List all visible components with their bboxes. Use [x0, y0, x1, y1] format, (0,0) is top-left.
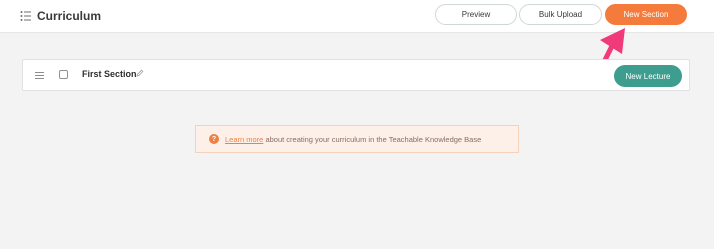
notice-text: Learn more about creating your curriculu… — [225, 135, 481, 144]
preview-button[interactable]: Preview — [435, 4, 517, 25]
section-title: First Section — [82, 69, 137, 79]
knowledge-base-notice: ? Learn more about creating your curricu… — [195, 125, 519, 153]
new-section-button[interactable]: New Section — [605, 4, 687, 25]
section-card: First Section New Lecture — [22, 59, 690, 91]
page-title: Curriculum — [37, 9, 102, 23]
help-icon: ? — [209, 134, 219, 144]
new-lecture-button[interactable]: New Lecture — [614, 65, 682, 87]
section-checkbox[interactable] — [59, 70, 68, 79]
bulk-upload-button[interactable]: Bulk Upload — [519, 4, 602, 25]
drag-handle-icon[interactable] — [35, 71, 44, 80]
curriculum-list-icon — [20, 11, 31, 21]
page-title-group: Curriculum — [20, 9, 101, 23]
notice-body: about creating your curriculum in the Te… — [263, 134, 482, 144]
learn-more-link[interactable]: Learn more — [225, 135, 263, 144]
pencil-icon[interactable] — [136, 69, 144, 77]
